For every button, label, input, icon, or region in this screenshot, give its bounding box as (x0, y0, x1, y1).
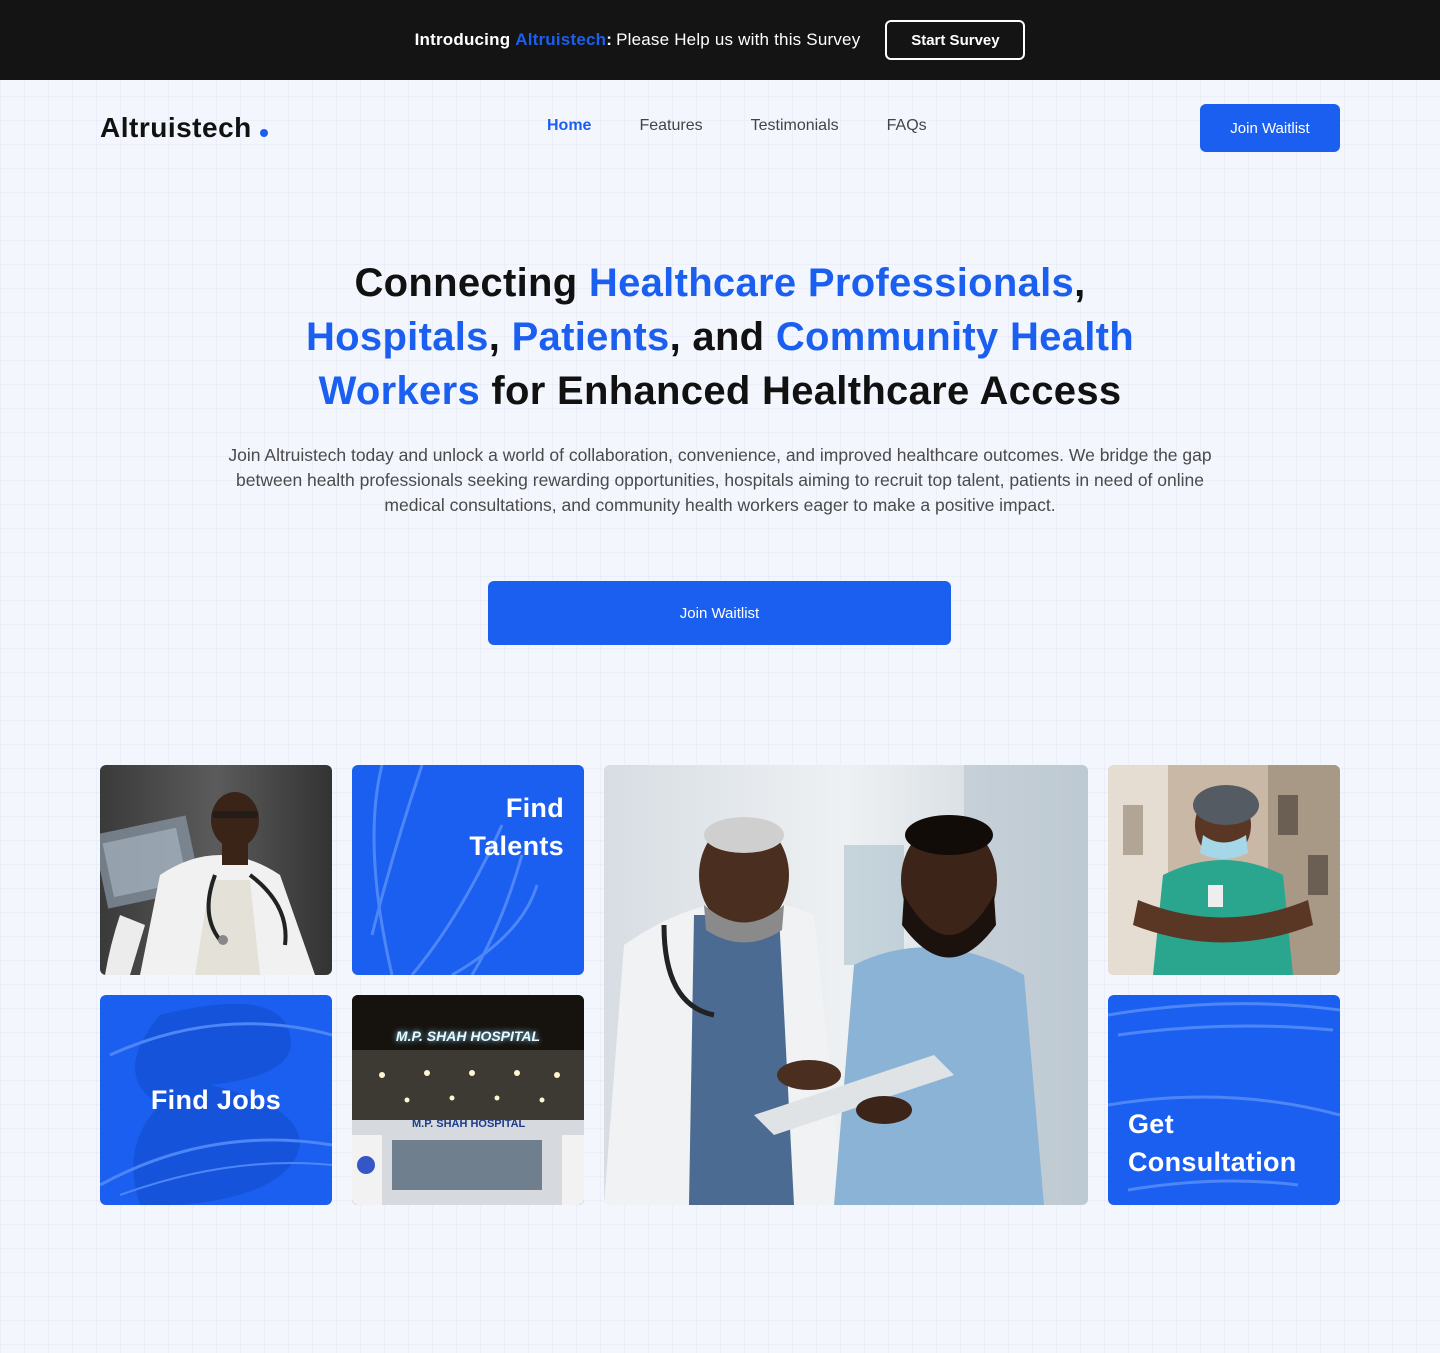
nav-link-faqs[interactable]: FAQs (887, 117, 927, 135)
get-consultation-card[interactable]: Get Consultation (1108, 995, 1340, 1205)
hospital-sign-top: M.P. SHAH HOSPITAL (395, 1028, 541, 1044)
hero-title-part: for Enhanced Healthcare Access (480, 369, 1122, 413)
hero-join-waitlist-button[interactable]: Join Waitlist (488, 581, 951, 645)
nav-join-waitlist-button[interactable]: Join Waitlist (1200, 104, 1340, 152)
main-nav: Home Features Testimonials FAQs (547, 117, 927, 135)
get-consultation-label: Get Consultation (1128, 1109, 1297, 1177)
find-talents-card[interactable]: Find Talents (352, 765, 584, 975)
nurse-photo (1108, 765, 1340, 975)
hero-title-part: Connecting (354, 261, 589, 305)
find-jobs-label: Find Jobs (150, 1085, 282, 1115)
announcement-bar: Introducing Altruistech: Please Help us w… (0, 0, 1440, 80)
nav-link-features[interactable]: Features (639, 117, 702, 135)
hospital-photo: M.P. SHAH HOSPITAL M.P. SHAH HOSPITAL (352, 995, 584, 1205)
logo[interactable]: Altruistech (100, 112, 268, 144)
hero-title-part: , and (669, 315, 776, 359)
hero-title-part: , (1074, 261, 1086, 305)
announcement-text: Introducing Altruistech: Please Help us w… (415, 30, 861, 50)
hospital-sign-front: M.P. SHAH HOSPITAL (412, 1118, 526, 1130)
hero-title-highlight: Healthcare Professionals (588, 261, 1075, 305)
start-survey-button[interactable]: Start Survey (885, 20, 1026, 60)
hero-title-part: , (488, 315, 512, 359)
announcement-brand: Altruistech (515, 30, 607, 49)
announcement-intro: Introducing (414, 30, 511, 49)
logo-text: Altruistech (100, 112, 252, 143)
find-jobs-card[interactable]: Find Jobs (100, 995, 332, 1205)
nav-link-testimonials[interactable]: Testimonials (751, 117, 839, 135)
nav-link-home[interactable]: Home (547, 117, 591, 135)
hero-subtitle: Join Altruistech today and unlock a worl… (228, 445, 1212, 515)
doctor-patient-photo (604, 765, 1088, 1205)
logo-dot-icon (259, 129, 268, 137)
doctor-xray-photo (100, 765, 332, 975)
hero-title: Connecting Healthcare Professionals, Hos… (220, 256, 1220, 418)
hero-title-highlight: Hospitals (305, 315, 489, 359)
announcement-message: Please Help us with this Survey (616, 30, 861, 49)
announcement-colon: : (606, 30, 613, 49)
hero-title-highlight: Patients (511, 315, 670, 359)
find-talents-label: Find Talents (469, 793, 564, 861)
